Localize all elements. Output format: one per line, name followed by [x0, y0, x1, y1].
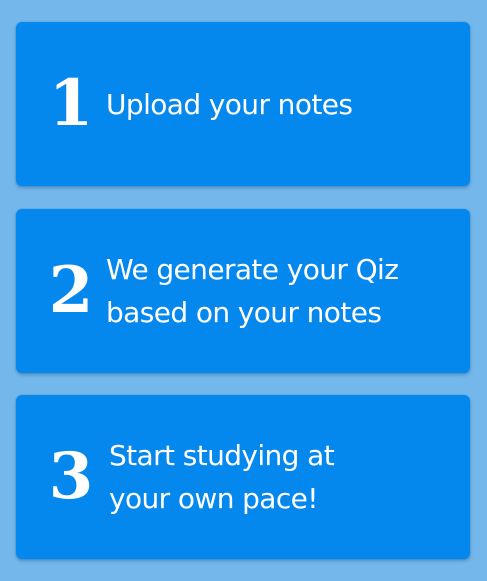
step-number: 1	[48, 66, 94, 141]
how-it-works-panel: 1 Upload your notes 2 We generate your Q…	[0, 0, 487, 581]
step-description-line: Upload your notes	[106, 87, 353, 121]
step-number: 3	[48, 439, 94, 514]
step-card-upload: 1 Upload your notes	[16, 22, 470, 186]
step-description-line: based on your notes	[106, 296, 382, 329]
step-description: We generate your Qiz based on your notes	[106, 209, 454, 373]
step-description: Upload your notes	[106, 22, 454, 186]
step-description-line: your own pace!	[109, 482, 319, 515]
step-description-line: We generate your Qiz	[106, 253, 399, 286]
step-number: 2	[48, 253, 94, 328]
step-description: Start studying at your own pace!	[109, 395, 454, 559]
step-description-line: Start studying at	[109, 439, 335, 472]
step-card-generate: 2 We generate your Qiz based on your not…	[16, 209, 470, 373]
step-card-study: 3 Start studying at your own pace!	[16, 395, 470, 559]
